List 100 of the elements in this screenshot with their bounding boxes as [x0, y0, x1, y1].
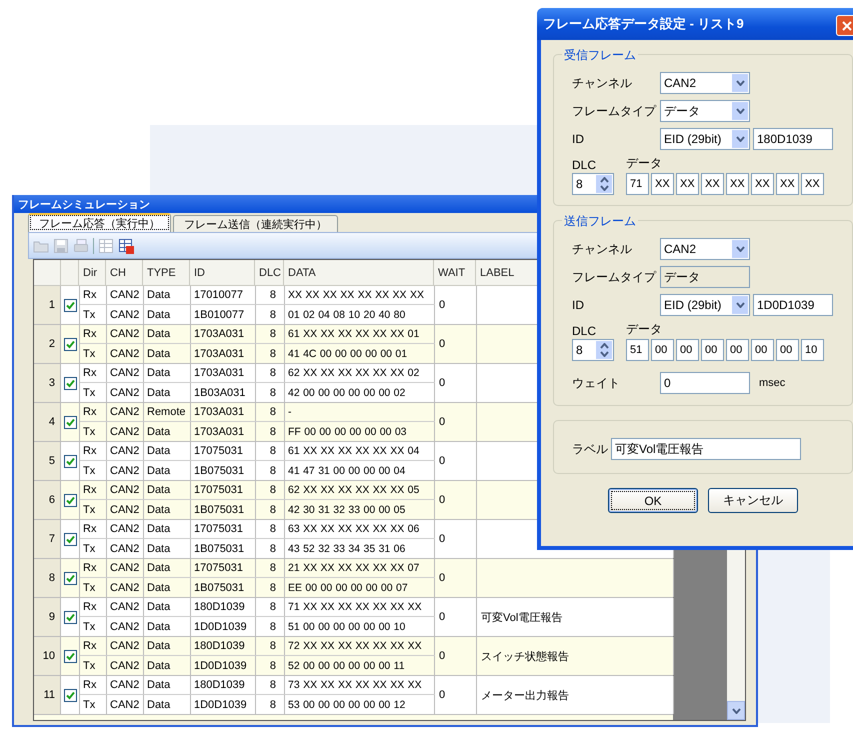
direction-cell: Rx — [80, 676, 107, 694]
frame-type-field: データ — [660, 266, 750, 288]
field-label: フレームタイプ — [572, 102, 657, 120]
channel-cell: CAN2 — [107, 656, 144, 675]
field-label: ラベル — [572, 440, 608, 458]
type-cell: Data — [144, 500, 191, 519]
channel-cell: CAN2 — [107, 344, 144, 363]
checkbox[interactable] — [64, 688, 76, 702]
dlc-cell: 8 — [256, 305, 285, 324]
dlc-cell: 8 — [256, 500, 285, 519]
data-byte-field[interactable]: 00 — [651, 339, 674, 361]
field-label: ID — [572, 298, 585, 312]
data-cell: 41 4C 00 00 00 00 00 01 — [285, 344, 435, 363]
wait-cell: 0 — [435, 520, 477, 558]
channel-cell: CAN2 — [107, 539, 144, 558]
data-byte-field[interactable]: 00 — [726, 339, 749, 361]
checkbox[interactable] — [64, 532, 76, 546]
dlc-cell: 8 — [256, 461, 285, 480]
id-field[interactable]: 1D0D1039 — [753, 294, 833, 316]
data-byte-field[interactable]: XX — [651, 173, 674, 195]
dlc-cell: 8 — [256, 403, 285, 421]
channel-cell: CAN2 — [107, 481, 144, 499]
channel-cell: CAN2 — [107, 461, 144, 480]
dlc-cell: 8 — [256, 481, 285, 499]
ok-button[interactable]: OK — [608, 488, 698, 513]
checkbox[interactable] — [64, 572, 76, 584]
id-cell: 1B075031 — [191, 461, 256, 480]
type-cell: Data — [144, 637, 191, 655]
field-label: データ — [626, 155, 663, 172]
dlc-cell: 8 — [256, 539, 285, 558]
dlc-spinner[interactable]: 8 — [572, 173, 614, 195]
wait-cell: 0 — [435, 598, 477, 636]
data-byte-field[interactable]: 00 — [701, 339, 724, 361]
row-number: 10 — [34, 637, 61, 675]
data-cell: 61 XX XX XX XX XX XX 04 — [285, 442, 435, 460]
id-format-dropdown[interactable]: EID (29bit) — [660, 294, 750, 316]
wait-field[interactable]: 0 — [660, 372, 750, 394]
data-byte-field[interactable]: 71 — [626, 173, 649, 195]
checkbox[interactable] — [64, 454, 76, 468]
data-byte-field[interactable]: XX — [751, 173, 774, 195]
data-byte-field[interactable]: XX — [701, 173, 724, 195]
checkbox[interactable] — [64, 494, 76, 506]
type-cell: Data — [144, 559, 191, 577]
id-field[interactable]: 180D1039 — [753, 128, 833, 150]
cancel-button[interactable]: キャンセル — [708, 488, 798, 513]
type-cell: Data — [144, 364, 191, 382]
direction-cell: Rx — [80, 364, 107, 382]
checkbox[interactable] — [64, 650, 76, 662]
row-number: 11 — [34, 676, 61, 714]
channel-dropdown[interactable]: CAN2 — [660, 238, 750, 260]
data-byte-field[interactable]: 51 — [626, 339, 649, 361]
id-format-dropdown[interactable]: EID (29bit) — [660, 128, 750, 150]
grid-badge-icon[interactable] — [118, 238, 134, 254]
checkbox[interactable] — [64, 338, 76, 350]
data-byte-field[interactable]: 00 — [776, 339, 799, 361]
checkbox[interactable] — [64, 376, 76, 390]
data-cell: 42 00 00 00 00 00 00 02 — [285, 383, 435, 402]
data-cell: 21 XX XX XX XX XX XX 07 — [285, 559, 435, 577]
type-cell: Data — [144, 305, 191, 324]
id-cell: 1703A031 — [191, 344, 256, 363]
dlc-cell: 8 — [256, 520, 285, 538]
dlc-spinner[interactable]: 8 — [572, 339, 614, 361]
data-cell: 42 30 31 32 33 00 00 05 — [285, 500, 435, 519]
channel-cell: CAN2 — [107, 305, 144, 324]
wait-cell: 0 — [435, 481, 477, 519]
data-byte-field[interactable]: XX — [776, 173, 799, 195]
unit-label: msec — [759, 377, 786, 389]
label-field[interactable]: 可変Vol電圧報告 — [611, 438, 801, 460]
data-byte-field[interactable]: 10 — [801, 339, 824, 361]
row-number: 9 — [34, 598, 61, 636]
field-label: DLC — [572, 158, 598, 172]
checkbox[interactable] — [64, 610, 76, 624]
data-byte-field[interactable]: 00 — [676, 339, 699, 361]
dlc-cell: 8 — [256, 695, 285, 714]
data-byte-field[interactable]: XX — [676, 173, 699, 195]
id-cell: 17075031 — [191, 559, 256, 577]
id-cell: 1703A031 — [191, 422, 256, 441]
data-byte-field[interactable]: 00 — [751, 339, 774, 361]
chevron-down-icon — [732, 708, 740, 714]
data-byte-field[interactable]: XX — [801, 173, 824, 195]
type-cell: Remote — [144, 403, 191, 421]
wait-cell: 0 — [435, 676, 477, 714]
id-cell: 1B010077 — [191, 305, 256, 324]
field-label: チャンネル — [572, 74, 633, 92]
data-byte-field[interactable]: XX — [726, 173, 749, 195]
column-header: Dir — [83, 266, 98, 278]
scroll-down-button[interactable] — [727, 701, 745, 720]
data-cell: 72 XX XX XX XX XX XX XX — [285, 637, 435, 655]
checkbox[interactable] — [64, 298, 76, 312]
type-cell: Data — [144, 520, 191, 538]
channel-dropdown[interactable]: CAN2 — [660, 72, 750, 94]
checkbox[interactable] — [64, 416, 76, 428]
id-cell: 1B075031 — [191, 539, 256, 558]
tab[interactable]: フレーム応答（実行中） — [28, 213, 171, 232]
channel-cell: CAN2 — [107, 598, 144, 616]
tab[interactable]: フレーム送信（連続実行中） — [173, 215, 338, 232]
frame-type-dropdown[interactable]: データ — [660, 100, 750, 122]
close-button[interactable] — [836, 15, 853, 36]
channel-cell: CAN2 — [107, 422, 144, 441]
wait-cell: 0 — [435, 364, 477, 402]
